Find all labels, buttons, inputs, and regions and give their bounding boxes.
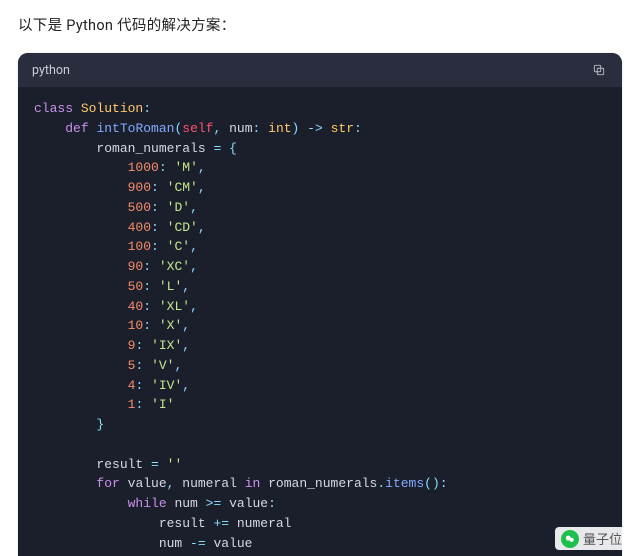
code-language-label: python — [32, 63, 70, 78]
code-content: class Solution: def intToRoman(self, num… — [34, 99, 606, 556]
wechat-icon — [561, 530, 579, 548]
page: 以下是 Python 代码的解决方案： python class Solutio… — [0, 0, 640, 556]
intro-text: 以下是 Python 代码的解决方案： — [18, 14, 622, 35]
watermark: 量子位 — [555, 527, 628, 550]
code-header: python — [18, 53, 622, 87]
code-body: class Solution: def intToRoman(self, num… — [18, 87, 622, 556]
watermark-text: 量子位 — [583, 529, 622, 548]
copy-icon[interactable] — [590, 61, 608, 79]
code-block: python class Solution: def intToRoman(se… — [18, 53, 622, 556]
